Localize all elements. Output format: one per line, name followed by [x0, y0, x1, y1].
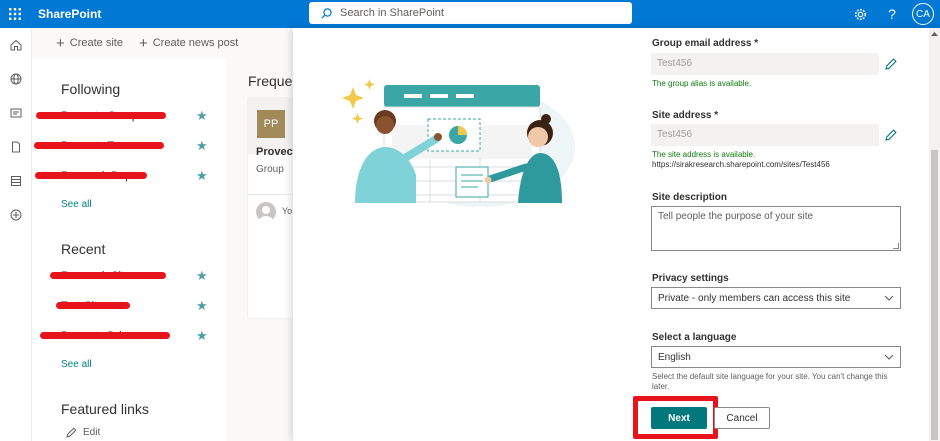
next-button[interactable]: Next: [651, 407, 707, 429]
privacy-settings-label: Privacy settings: [652, 273, 729, 284]
activity-text: Yo: [282, 206, 293, 216]
create-site-label: Create site: [69, 37, 123, 49]
redaction-mark: [40, 332, 170, 339]
create-news-button[interactable]: + Create news post: [139, 35, 238, 52]
site-card-type: Group: [256, 164, 284, 175]
pencil-icon: [66, 427, 77, 438]
cancel-button[interactable]: Cancel: [714, 407, 770, 429]
language-label: Select a language: [652, 332, 737, 343]
chevron-down-icon: [884, 295, 894, 301]
site-address-status: The site address is available.: [652, 150, 756, 159]
app-bar: [0, 28, 32, 441]
app-launcher-icon[interactable]: [0, 0, 30, 28]
site-address-field[interactable]: Test456: [651, 124, 879, 146]
document-icon[interactable]: [0, 130, 32, 164]
star-icon[interactable]: ★: [196, 328, 208, 344]
redaction-mark: [56, 302, 130, 309]
group-email-field[interactable]: Test456: [651, 53, 879, 75]
suite-bar: SharePoint Search in SharePoint ? CA: [0, 0, 940, 28]
scroll-up-icon[interactable]: [930, 30, 939, 38]
person-icon: [256, 202, 276, 222]
privacy-selected-value: Private - only members can access this s…: [658, 293, 851, 304]
following-item[interactable]: Provecta Group ★: [32, 106, 226, 130]
following-see-all-link[interactable]: See all: [61, 199, 92, 210]
recent-item[interactable]: Test Site ★: [32, 296, 226, 320]
home-icon[interactable]: [0, 28, 32, 62]
news-icon[interactable]: [0, 96, 32, 130]
site-logo: PP: [257, 110, 285, 138]
privacy-dropdown[interactable]: Private - only members can access this s…: [651, 287, 901, 309]
edit-label: Edit: [83, 427, 101, 438]
search-icon: [321, 7, 332, 19]
recent-item[interactable]: Research Site ★: [32, 266, 226, 290]
plus-icon: +: [138, 34, 148, 52]
chevron-down-icon: [884, 354, 894, 360]
redaction-mark: [34, 142, 164, 149]
plus-icon: +: [56, 34, 65, 52]
team-illustration: [342, 79, 575, 207]
site-address-label: Site address *: [652, 110, 719, 121]
create-site-button[interactable]: + Create site: [56, 35, 123, 52]
following-item[interactable]: Research Dept ★: [32, 166, 226, 190]
group-email-label: Group email address *: [652, 38, 759, 49]
language-selected-value: English: [658, 352, 691, 363]
group-email-status: The group alias is available.: [652, 79, 752, 88]
globe-icon[interactable]: [0, 62, 32, 96]
search-placeholder: Search in SharePoint: [340, 7, 444, 19]
following-heading: Following: [61, 81, 121, 97]
recent-heading: Recent: [61, 241, 106, 257]
site-description-textarea[interactable]: Tell people the purpose of your site: [651, 206, 901, 251]
language-dropdown[interactable]: English: [651, 346, 901, 368]
redaction-mark: [36, 112, 166, 119]
star-icon[interactable]: ★: [196, 298, 208, 314]
site-url: https://sirakresearch.sharepoint.com/sit…: [652, 160, 830, 169]
star-icon[interactable]: ★: [196, 138, 208, 154]
user-avatar[interactable]: CA: [912, 3, 934, 25]
redaction-mark: [35, 172, 147, 179]
left-nav-card: Following Provecta Group ★ Provecta Team…: [32, 58, 226, 441]
site-card-title: Provect: [256, 146, 297, 158]
recent-item[interactable]: Provecta Drive ★: [32, 326, 226, 350]
recent-see-all-link[interactable]: See all: [61, 359, 92, 370]
app-name[interactable]: SharePoint: [38, 7, 101, 21]
help-icon[interactable]: ?: [876, 0, 908, 28]
settings-gear-icon[interactable]: [844, 0, 876, 28]
create-news-label: Create news post: [152, 37, 239, 49]
resize-grip-icon[interactable]: [893, 243, 899, 249]
star-icon[interactable]: ★: [196, 268, 208, 284]
star-icon[interactable]: ★: [196, 108, 208, 124]
star-icon[interactable]: ★: [196, 168, 208, 184]
edit-featured-links-button[interactable]: Edit: [66, 427, 100, 438]
lists-icon[interactable]: [0, 164, 32, 198]
following-item[interactable]: Provecta Team ★: [32, 136, 226, 160]
language-hint: Select the default site language for you…: [652, 372, 888, 391]
site-description-label: Site description: [652, 192, 728, 203]
search-input[interactable]: Search in SharePoint: [309, 2, 632, 24]
edit-pencil-icon[interactable]: [885, 58, 897, 70]
redaction-mark: [50, 272, 166, 279]
site-description-placeholder: Tell people the purpose of your site: [658, 211, 814, 222]
featured-links-heading: Featured links: [61, 401, 149, 417]
scrollbar-thumb[interactable]: [931, 150, 938, 440]
edit-pencil-icon[interactable]: [885, 129, 897, 141]
create-icon[interactable]: [0, 198, 32, 232]
